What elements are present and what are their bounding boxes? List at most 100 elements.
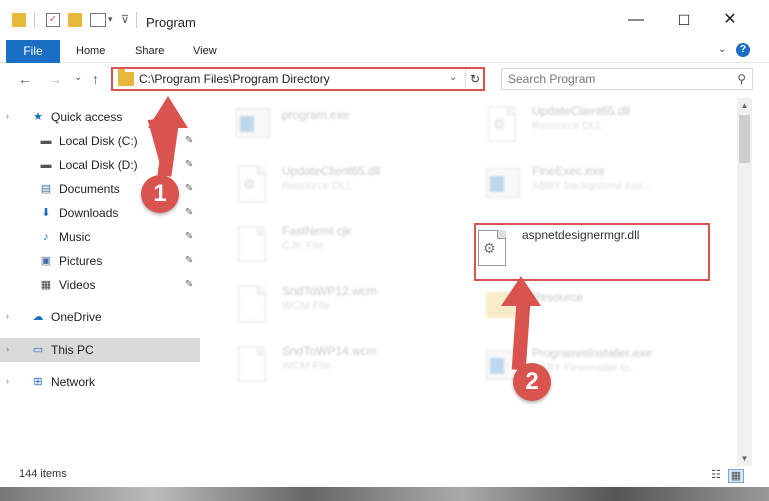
sidebar-item-label: Pictures	[59, 254, 103, 268]
minimize-button[interactable]: —	[626, 10, 646, 30]
file-item[interactable]: FineExec.exe ABBY background exe...	[464, 158, 714, 214]
file-item[interactable]: program.exe	[214, 98, 464, 154]
sidebar-item-quick-access[interactable]: › ★ Quick access	[0, 105, 200, 129]
file-item[interactable]: FastNeml.cjk CJK File	[214, 218, 464, 274]
details-view-icon[interactable]: ☷	[709, 469, 723, 481]
sidebar-item-label: Videos	[59, 278, 96, 292]
file-item[interactable]: SndToWP12.wcm WCM File	[214, 278, 464, 334]
forward-button[interactable]: →	[48, 71, 62, 87]
expand-icon[interactable]: ›	[6, 311, 9, 321]
sidebar-item-label: Downloads	[59, 206, 119, 220]
sidebar-item-label: Network	[51, 375, 96, 389]
maximize-button[interactable]: ☐	[674, 10, 694, 30]
file-item[interactable]: ProgrammInstaller.exe ABBY Finereader to…	[464, 340, 714, 396]
customize-icon[interactable]	[90, 13, 106, 27]
sidebar-item-label: OneDrive	[51, 310, 102, 324]
file-icon	[234, 344, 270, 388]
divider	[136, 12, 137, 28]
sidebar-item-label: Documents	[59, 182, 120, 196]
file-item[interactable]: ⚙ UpdateClient65.dll Resource DLL	[464, 98, 714, 154]
expand-icon[interactable]: ›	[6, 344, 9, 354]
tab-file[interactable]: File	[6, 40, 60, 63]
vertical-scrollbar[interactable]: ▲ ▼	[737, 98, 752, 466]
file-item[interactable]: SndToWP14.wcm WCM File	[214, 338, 464, 394]
sidebar-item-label: Local Disk (C:)	[59, 134, 138, 148]
pin-icon[interactable]: ✎	[185, 207, 193, 218]
file-name: UpdateClient65.dll	[532, 104, 631, 118]
search-icon[interactable]: ⚲	[737, 72, 746, 86]
customize-toolbar-icon[interactable]: ⊽	[121, 13, 129, 29]
file-list: program.exe ⚙ UpdateClient65.dll Resourc…	[204, 98, 736, 466]
address-dropdown-icon[interactable]: ⌄	[449, 72, 457, 83]
file-icon	[234, 224, 270, 268]
scroll-thumb[interactable]	[739, 115, 750, 163]
sidebar-item-local-disk-d[interactable]: ▬ Local Disk (D:) ✎	[0, 153, 200, 177]
file-type: ABBY background exe...	[532, 180, 652, 192]
file-name: FastNeml.cjk	[282, 224, 352, 238]
sidebar-item-network[interactable]: › ⊞ Network	[0, 370, 200, 394]
divider	[34, 12, 35, 28]
sidebar-item-label: Quick access	[51, 110, 123, 124]
exe-icon	[234, 104, 270, 148]
expand-icon[interactable]: ›	[6, 376, 9, 386]
address-path[interactable]: C:\Program Files\Program Directory	[139, 72, 330, 86]
file-name: program.exe	[282, 108, 350, 122]
chevron-down-icon[interactable]: ▾	[108, 14, 113, 30]
documents-icon: ▤	[40, 183, 52, 195]
close-button[interactable]: ✕	[720, 10, 740, 30]
sidebar-item-label: Local Disk (D:)	[59, 158, 138, 172]
drive-icon: ▬	[40, 135, 52, 147]
file-icon	[234, 284, 270, 328]
window-title: Program	[146, 15, 196, 30]
folder-icon	[12, 13, 26, 27]
explorer-window: ✓ ▾ ⊽ Program — ☐ ✕ File Home Share View…	[0, 0, 769, 487]
expand-icon[interactable]: ›	[6, 111, 9, 121]
ribbon-tabs: File Home Share View ⌄ ?	[0, 40, 769, 63]
file-name: ProgrammInstaller.exe	[532, 346, 653, 360]
scroll-up-icon[interactable]: ▲	[737, 98, 752, 113]
desktop-background	[0, 487, 769, 501]
new-folder-icon[interactable]	[68, 13, 82, 27]
sidebar-item-onedrive[interactable]: › ☁ OneDrive	[0, 305, 200, 329]
help-icon[interactable]: ?	[736, 43, 750, 57]
computer-icon: ▭	[32, 344, 44, 356]
file-type: CJK File	[282, 240, 324, 252]
pin-icon[interactable]: ✎	[185, 231, 193, 242]
pin-icon[interactable]: ✎	[185, 135, 193, 146]
folder-icon	[484, 286, 520, 330]
cloud-icon: ☁	[32, 311, 44, 323]
search-input[interactable]	[508, 72, 718, 86]
videos-icon: ▦	[40, 279, 52, 291]
up-button[interactable]: ↑	[92, 71, 99, 87]
pin-icon[interactable]: ✎	[185, 159, 193, 170]
properties-icon[interactable]: ✓	[46, 13, 60, 27]
tab-share[interactable]: Share	[135, 40, 164, 62]
expand-ribbon-icon[interactable]: ⌄	[718, 44, 726, 55]
sidebar-item-videos[interactable]: ▦ Videos ✎	[0, 273, 200, 297]
sidebar-item-this-pc[interactable]: › ▭ This PC	[0, 338, 200, 362]
tiles-view-icon[interactable]: ▦	[728, 469, 744, 483]
recent-locations-button[interactable]: ⌄	[74, 72, 82, 83]
file-item[interactable]: Resource	[464, 280, 714, 336]
dll-icon: ⚙	[484, 104, 520, 148]
sidebar-item-local-disk-c[interactable]: ▬ Local Disk (C:) ✎	[0, 129, 200, 153]
search-box[interactable]: ⚲	[501, 68, 753, 90]
folder-icon	[118, 69, 134, 86]
sidebar-item-music[interactable]: ♪ Music ✎	[0, 225, 200, 249]
sidebar-item-pictures[interactable]: ▣ Pictures ✎	[0, 249, 200, 273]
music-icon: ♪	[43, 231, 49, 243]
scroll-down-icon[interactable]: ▼	[737, 451, 752, 466]
dll-icon: ⚙	[234, 164, 270, 208]
drive-icon: ▬	[40, 159, 52, 171]
navigation-bar: ← → ⌄ ↑ C:\Program Files\Program Directo…	[0, 63, 769, 96]
file-name: SndToWP14.wcm	[282, 344, 377, 358]
address-bar[interactable]: C:\Program Files\Program Directory ⌄ ↻	[111, 67, 485, 91]
tab-view[interactable]: View	[193, 40, 217, 62]
pin-icon[interactable]: ✎	[185, 255, 193, 266]
refresh-button[interactable]: ↻	[465, 69, 484, 89]
pin-icon[interactable]: ✎	[185, 183, 193, 194]
file-item[interactable]: ⚙ UpdateClient65.dll Resource DLL	[214, 158, 464, 214]
back-button[interactable]: ←	[18, 71, 32, 87]
pin-icon[interactable]: ✎	[185, 279, 193, 290]
tab-home[interactable]: Home	[76, 40, 105, 62]
